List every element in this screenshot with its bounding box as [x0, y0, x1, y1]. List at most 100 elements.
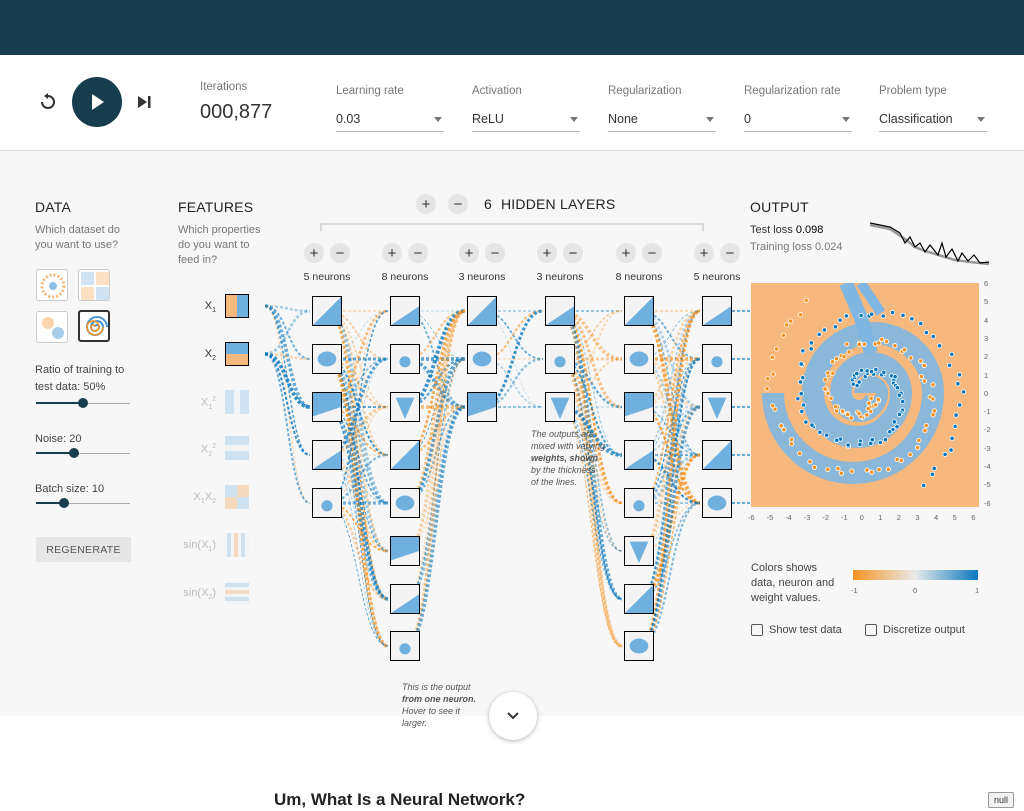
neuron[interactable] [390, 631, 420, 661]
neuron[interactable] [312, 440, 342, 470]
neuron[interactable] [702, 392, 732, 422]
y-tick-label: 0 [984, 388, 989, 398]
remove-neuron-button[interactable]: − [330, 243, 350, 263]
x-tick-label: -4 [785, 513, 792, 522]
add-neuron-button[interactable]: + [537, 243, 557, 263]
reset-icon[interactable] [38, 92, 58, 112]
data-point [923, 422, 929, 429]
remove-neuron-button[interactable]: − [408, 243, 428, 263]
y-tick-label: 6 [984, 279, 989, 288]
data-point [864, 412, 870, 418]
remove-neuron-button[interactable]: − [485, 243, 505, 263]
chevron-down-icon [706, 117, 714, 122]
data-point [936, 343, 943, 349]
y-tick-label: 2 [984, 352, 989, 362]
data-point [781, 427, 787, 433]
remove-neuron-button[interactable]: − [563, 243, 583, 263]
data-point [821, 327, 828, 333]
neuron[interactable] [702, 344, 732, 374]
loss-chart [870, 222, 990, 266]
neuron[interactable] [312, 296, 342, 326]
data-point [879, 336, 885, 343]
neuron[interactable] [390, 440, 420, 470]
weight-link[interactable] [639, 310, 701, 456]
learning-rate-label: Learning rate [336, 85, 404, 97]
data-point [800, 402, 807, 408]
weight-link[interactable] [327, 502, 389, 647]
neuron[interactable] [624, 536, 654, 566]
add-neuron-button[interactable]: + [616, 243, 636, 263]
data-point [798, 391, 804, 397]
data-point [885, 466, 892, 472]
problem-type-select[interactable]: Problem type Classification [879, 81, 987, 132]
data-point [892, 343, 898, 349]
neuron[interactable] [467, 296, 497, 326]
neuron[interactable] [624, 344, 654, 374]
play-button[interactable] [72, 77, 122, 127]
neuron[interactable] [312, 344, 342, 374]
neuron[interactable] [624, 584, 654, 614]
neuron[interactable] [390, 344, 420, 374]
remove-neuron-button[interactable]: − [720, 243, 740, 263]
discretize-output-checkbox[interactable]: Discretize output [865, 624, 965, 636]
neuron[interactable] [312, 392, 342, 422]
data-point [883, 338, 890, 345]
data-point [798, 312, 804, 318]
add-neuron-button[interactable]: + [304, 243, 324, 263]
add-neuron-button[interactable]: + [459, 243, 479, 263]
data-point [833, 356, 840, 362]
data-point [946, 362, 953, 368]
weight-link[interactable] [327, 310, 389, 456]
neuron[interactable] [624, 296, 654, 326]
layer-neuron-count: 3 neurons [536, 271, 584, 283]
neuron-note: This is the output from one neuron. Hove… [402, 682, 476, 728]
neuron[interactable] [545, 296, 575, 326]
iterations-label: Iterations [200, 81, 248, 93]
neuron[interactable] [390, 536, 420, 566]
step-icon[interactable] [134, 92, 154, 112]
show-test-data-checkbox[interactable]: Show test data [751, 624, 842, 636]
data-point [891, 419, 897, 425]
remove-neuron-button[interactable]: − [642, 243, 662, 263]
neuron[interactable] [312, 488, 342, 518]
data-point [816, 331, 822, 337]
data-point [822, 377, 828, 383]
chevron-down-icon [977, 117, 985, 122]
neuron[interactable] [390, 392, 420, 422]
checkbox-icon [751, 624, 763, 636]
weight-link[interactable] [639, 501, 701, 648]
neuron[interactable] [545, 344, 575, 374]
neuron[interactable] [702, 440, 732, 470]
neuron[interactable] [390, 488, 420, 518]
regularization-rate-select[interactable]: Regularization rate 0 [744, 81, 852, 132]
neuron[interactable] [390, 584, 420, 614]
x-tick-label: -3 [803, 513, 811, 522]
neuron[interactable] [702, 296, 732, 326]
data-point [864, 368, 870, 374]
learning-rate-value: 0.03 [336, 112, 361, 126]
learning-rate-select[interactable]: Learning rate 0.03 [336, 81, 444, 132]
neuron[interactable] [624, 488, 654, 518]
layer-neuron-count: 3 neurons [458, 271, 506, 283]
weights-note: The outputs are mixed with varying weigh… [531, 429, 606, 487]
neuron[interactable] [624, 440, 654, 470]
weight-link[interactable] [264, 309, 311, 356]
article-title: Um, What Is a Neural Network? [274, 790, 526, 809]
scroll-down-button[interactable] [489, 692, 537, 740]
data-point [769, 354, 775, 361]
neuron[interactable] [545, 392, 575, 422]
null-button[interactable]: null [988, 792, 1014, 808]
neuron[interactable] [702, 488, 732, 518]
neuron[interactable] [390, 296, 420, 326]
data-point [809, 422, 815, 428]
neuron[interactable] [467, 344, 497, 374]
neuron[interactable] [624, 392, 654, 422]
neuron[interactable] [624, 631, 654, 661]
data-point [894, 456, 900, 463]
regularization-select[interactable]: Regularization None [608, 81, 716, 132]
activation-select[interactable]: Activation ReLU [472, 81, 580, 132]
neuron[interactable] [467, 392, 497, 422]
add-neuron-button[interactable]: + [694, 243, 714, 263]
add-neuron-button[interactable]: + [382, 243, 402, 263]
x-tick-label: 3 [915, 513, 920, 522]
